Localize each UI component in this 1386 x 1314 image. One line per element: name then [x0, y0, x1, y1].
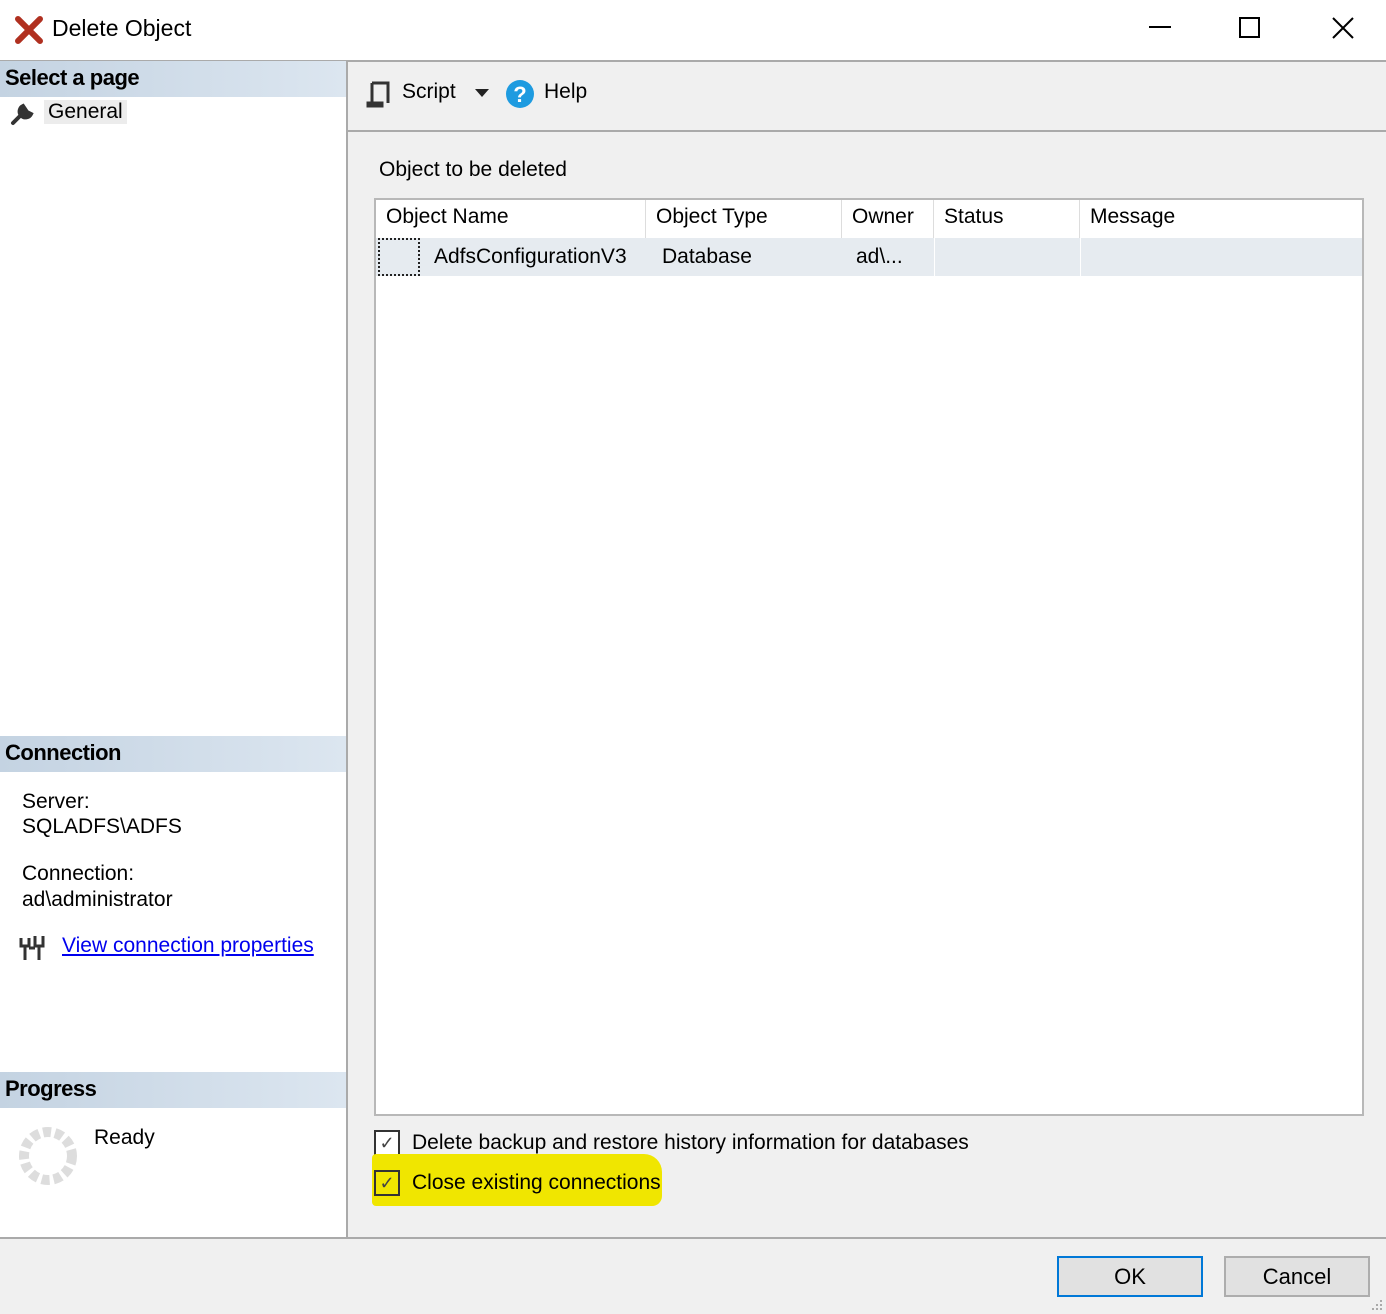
progress-header: Progress — [0, 1072, 346, 1108]
cell-owner: ad\... — [842, 238, 934, 276]
delete-x-icon — [14, 16, 44, 44]
server-value: SQLADFS\ADFS — [22, 815, 182, 839]
column-header-owner[interactable]: Owner — [842, 200, 934, 238]
column-header-status[interactable]: Status — [934, 200, 1080, 238]
help-label: Help — [544, 80, 587, 104]
window-title: Delete Object — [52, 15, 191, 42]
script-label: Script — [402, 80, 456, 104]
script-icon — [366, 80, 392, 108]
chevron-down-icon[interactable] — [474, 88, 490, 98]
checkbox-checked-icon[interactable]: ✓ — [374, 1170, 400, 1196]
cell-status — [934, 238, 1080, 276]
checkbox-checked-icon[interactable]: ✓ — [374, 1130, 400, 1156]
column-header-object-name[interactable]: Object Name — [376, 200, 646, 238]
checkbox-label: Delete backup and restore history inform… — [412, 1131, 969, 1155]
resize-grip-icon[interactable] — [1368, 1296, 1384, 1312]
checkbox-label: Close existing connections — [412, 1171, 661, 1195]
ok-button[interactable]: OK — [1057, 1256, 1203, 1297]
close-existing-connections-checkbox[interactable]: ✓ Close existing connections — [374, 1168, 661, 1198]
sidebar — [0, 60, 346, 1237]
help-icon: ? — [505, 79, 535, 109]
sidebar-item-general[interactable]: General — [10, 100, 130, 130]
connection-label: Connection: — [22, 862, 134, 886]
toolbar-divider — [348, 130, 1386, 132]
minimize-button[interactable] — [1135, 10, 1185, 46]
progress-spinner-icon — [18, 1126, 78, 1186]
help-button[interactable]: ? Help — [505, 78, 595, 110]
connection-plug-icon — [17, 934, 47, 962]
svg-text:?: ? — [513, 82, 526, 107]
close-button[interactable] — [1318, 10, 1368, 46]
section-label: Object to be deleted — [379, 158, 567, 182]
cell-message — [1080, 238, 1362, 276]
sidebar-item-label: General — [44, 100, 127, 124]
column-header-message[interactable]: Message — [1080, 200, 1362, 238]
maximize-button[interactable] — [1225, 10, 1275, 46]
cancel-button[interactable]: Cancel — [1224, 1256, 1370, 1297]
title-bar: Delete Object — [0, 0, 1386, 60]
script-button[interactable]: Script — [364, 78, 494, 110]
cell-object-type: Database — [646, 238, 842, 276]
view-connection-properties-link[interactable]: View connection properties — [62, 934, 314, 958]
row-focus-indicator — [378, 238, 420, 276]
connection-header: Connection — [0, 736, 346, 772]
connection-value: ad\administrator — [22, 888, 173, 912]
progress-status: Ready — [94, 1126, 155, 1150]
server-label: Server: — [22, 790, 90, 814]
column-header-object-type[interactable]: Object Type — [646, 200, 842, 238]
objects-grid[interactable]: Object Name Object Type Owner Status Mes… — [374, 198, 1364, 1116]
wrench-icon — [10, 102, 36, 126]
select-page-header: Select a page — [0, 61, 346, 97]
